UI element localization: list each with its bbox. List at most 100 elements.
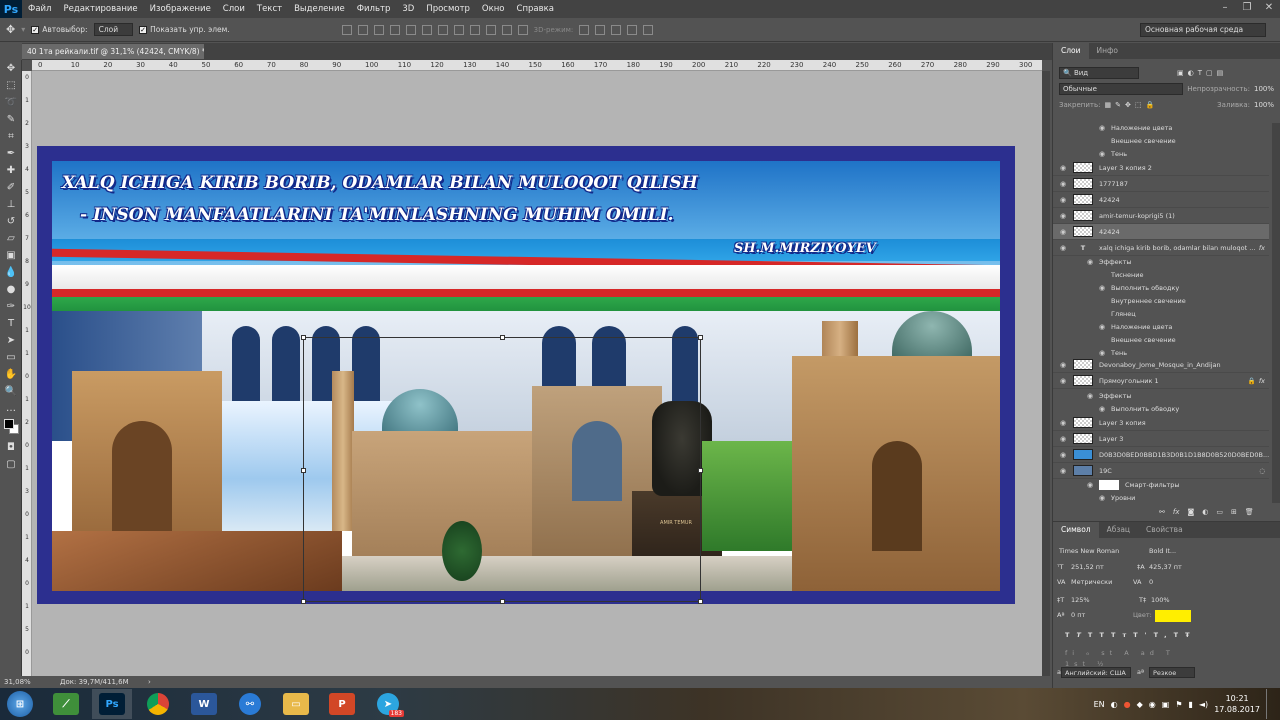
eye-icon[interactable]: ◉ bbox=[1099, 405, 1111, 413]
rectangle-tool-icon[interactable]: ▭ bbox=[0, 349, 22, 366]
layer-row[interactable]: ◉ 1777187 bbox=[1053, 176, 1269, 192]
language-dropdown[interactable]: Английский: США bbox=[1061, 667, 1131, 678]
clock[interactable]: 10:21 17.08.2017 bbox=[1214, 693, 1260, 715]
eye-icon[interactable]: ◉ bbox=[1053, 228, 1073, 236]
zoom-level[interactable]: 31,08% bbox=[4, 676, 31, 688]
distribute-bottom-icon[interactable] bbox=[469, 24, 480, 35]
transform-handle[interactable] bbox=[301, 335, 306, 340]
lock-transparency-icon[interactable]: ▦ bbox=[1104, 101, 1111, 109]
tab-layers[interactable]: Слои bbox=[1053, 43, 1089, 59]
align-left-icon[interactable] bbox=[389, 24, 400, 35]
tab-character[interactable]: Символ bbox=[1053, 522, 1099, 538]
font-family-dropdown[interactable]: Times New Roman bbox=[1059, 546, 1139, 557]
effect-row[interactable]: ◉ Тень bbox=[1099, 349, 1127, 357]
3d-slide-icon[interactable] bbox=[627, 24, 638, 35]
autoselect-checkbox[interactable]: ✓ Автовыбор: bbox=[31, 25, 88, 34]
effect-row[interactable]: Глянец bbox=[1111, 310, 1136, 318]
close-icon[interactable]: ✕ bbox=[1258, 0, 1280, 18]
tray-app-icon[interactable]: ● bbox=[1124, 700, 1131, 709]
eye-icon[interactable]: ◉ bbox=[1087, 392, 1099, 400]
language-indicator[interactable]: EN bbox=[1094, 700, 1105, 709]
effect-row[interactable]: ◉ Тень bbox=[1099, 150, 1127, 158]
eye-icon[interactable]: ◉ bbox=[1053, 451, 1073, 459]
history-brush-tool-icon[interactable]: ↺ bbox=[0, 213, 22, 230]
pen-tool-icon[interactable]: ✑ bbox=[0, 298, 22, 315]
taskbar-item-word[interactable]: W bbox=[184, 689, 224, 719]
tray-app-icon[interactable]: ◐ bbox=[1111, 700, 1118, 709]
status-menu-icon[interactable]: › bbox=[148, 676, 151, 688]
powerpoint-icon[interactable]: P bbox=[329, 693, 355, 715]
3d-rotate-icon[interactable] bbox=[579, 24, 590, 35]
show-transform-checkbox[interactable]: ✓ Показать упр. элем. bbox=[139, 25, 230, 34]
eyedropper-tool-icon[interactable]: ✒ bbox=[0, 145, 22, 162]
menu-type[interactable]: Текст bbox=[251, 4, 288, 14]
transform-handle[interactable] bbox=[301, 599, 306, 604]
layer-row-text[interactable]: ◉ Txalq ichiga kirib borib, odamlar bilan… bbox=[1053, 240, 1269, 256]
eye-icon[interactable]: ◉ bbox=[1099, 494, 1111, 502]
eye-icon[interactable]: ◉ bbox=[1087, 258, 1099, 266]
lock-position-icon[interactable]: ✥ bbox=[1125, 101, 1131, 109]
fill-value[interactable]: 100% bbox=[1254, 101, 1274, 109]
effects-group[interactable]: ◉ Эффекты bbox=[1087, 392, 1132, 400]
taskbar-item-powerpoint[interactable]: P bbox=[322, 689, 362, 719]
clone-stamp-tool-icon[interactable]: ⊥ bbox=[0, 196, 22, 213]
effect-row[interactable]: ◉ Уровни bbox=[1099, 494, 1135, 502]
tray-app-icon[interactable]: ▣ bbox=[1162, 700, 1170, 709]
filter-adjust-icon[interactable]: ◐ bbox=[1188, 69, 1194, 77]
filter-pixel-icon[interactable]: ▣ bbox=[1177, 69, 1184, 77]
minimize-icon[interactable]: – bbox=[1214, 0, 1236, 18]
eye-icon[interactable]: ◉ bbox=[1053, 467, 1073, 475]
text-color-swatch[interactable] bbox=[1155, 610, 1191, 622]
eye-icon[interactable]: ◉ bbox=[1099, 323, 1111, 331]
eye-icon[interactable]: ◉ bbox=[1099, 284, 1111, 292]
tray-app-icon[interactable]: ◉ bbox=[1149, 700, 1156, 709]
opacity-value[interactable]: 100% bbox=[1254, 85, 1274, 93]
effect-row[interactable]: Тиснение bbox=[1111, 271, 1144, 279]
lasso-tool-icon[interactable]: ➰ bbox=[0, 94, 22, 111]
effect-row[interactable]: Внутреннее свечение bbox=[1111, 297, 1186, 305]
eye-icon[interactable]: ◉ bbox=[1053, 244, 1073, 252]
tab-paragraph[interactable]: Абзац bbox=[1099, 522, 1138, 538]
taskbar-item-photoshop[interactable]: Ps bbox=[92, 689, 132, 719]
layer-kind-dropdown[interactable]: 🔍 Вид bbox=[1059, 67, 1139, 79]
layer-row[interactable]: ◉ Layer 3 копия bbox=[1053, 415, 1269, 431]
type-style-buttons[interactable]: TTTTTᴛT'T,TŦ bbox=[1065, 630, 1195, 641]
tool-preset-arrow-icon[interactable]: ▾ bbox=[21, 25, 25, 34]
group-icon[interactable]: ▭ bbox=[1216, 508, 1223, 516]
canvas-vertical-scrollbar[interactable] bbox=[1042, 71, 1050, 676]
align-right-icon[interactable] bbox=[421, 24, 432, 35]
effect-row[interactable]: ◉ Выполнить обводку bbox=[1099, 405, 1179, 413]
vertical-scale-field[interactable]: 125% bbox=[1071, 595, 1131, 606]
layer-row[interactable]: ◉ Прямоугольник 1 🔒 fx bbox=[1053, 373, 1269, 389]
taskbar-item-chrome[interactable] bbox=[138, 689, 178, 719]
document-tab[interactable]: 40 1та рейкали.tif @ 31,1% (42424, CMYK/… bbox=[22, 44, 204, 59]
tray-app-icon[interactable]: ⚑ bbox=[1175, 700, 1182, 709]
share-icon[interactable]: ⚯ bbox=[239, 693, 261, 715]
effect-row[interactable]: Внешнее свечение bbox=[1111, 336, 1176, 344]
smart-filters-row[interactable]: ◉ Смарт-фильтры bbox=[1087, 480, 1180, 490]
show-desktop-button[interactable] bbox=[1266, 689, 1272, 719]
filter-smart-icon[interactable]: ▤ bbox=[1217, 69, 1224, 77]
more-tools-icon[interactable]: … bbox=[0, 400, 22, 417]
type-tool-icon[interactable]: T bbox=[0, 315, 22, 332]
layer-row[interactable]: ◉ Layer 3 копия 2 bbox=[1053, 160, 1269, 176]
new-layer-icon[interactable]: ⊞ bbox=[1231, 508, 1237, 516]
path-select-tool-icon[interactable]: ➤ bbox=[0, 332, 22, 349]
trash-icon[interactable]: 🗑 bbox=[1245, 508, 1254, 516]
taskbar-item-share[interactable]: ⚯ bbox=[230, 689, 270, 719]
taskbar-item-explorer[interactable]: ▭ bbox=[276, 689, 316, 719]
font-size-field[interactable]: 251,52 пт bbox=[1071, 562, 1137, 573]
layer-row[interactable]: ◉ Layer 3 bbox=[1053, 431, 1269, 447]
layer-row-selected[interactable]: ◉ 42424 bbox=[1053, 224, 1269, 240]
taskbar-item-telegram[interactable]: ➤ 183 bbox=[368, 689, 408, 719]
start-button[interactable]: ⊞ bbox=[0, 689, 40, 719]
layer-row[interactable]: ◉ 42424 bbox=[1053, 192, 1269, 208]
menu-layers[interactable]: Слои bbox=[217, 4, 251, 14]
word-icon[interactable]: W bbox=[191, 693, 217, 715]
filter-type-icon[interactable]: T bbox=[1198, 69, 1202, 77]
green-app-icon[interactable]: ⟋ bbox=[53, 693, 79, 715]
photoshop-icon[interactable]: Ps bbox=[99, 693, 125, 715]
kerning-field[interactable]: Метрически bbox=[1071, 577, 1137, 588]
volume-icon[interactable]: ◄) bbox=[1199, 700, 1208, 709]
eye-icon[interactable]: ◉ bbox=[1099, 150, 1111, 158]
